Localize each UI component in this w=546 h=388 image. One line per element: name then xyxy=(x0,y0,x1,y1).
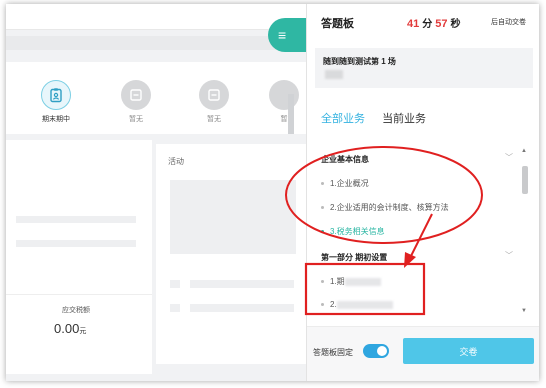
menu-toggle-button[interactable]: ≡ xyxy=(268,18,308,52)
exam-info: 随到随到测试第 1 场 xyxy=(315,48,533,88)
chevron-down-icon[interactable]: ﹀ xyxy=(505,250,513,261)
module-label: 暂 xyxy=(280,116,288,123)
submit-button[interactable]: 交卷 xyxy=(403,338,534,364)
placeholder-icon xyxy=(199,80,229,110)
activity-title: 活动 xyxy=(168,157,184,166)
exam-name: 随到随到测试第 1 场 xyxy=(323,57,396,66)
module-item-empty[interactable]: 暂无 xyxy=(116,80,156,124)
question-item[interactable]: 2. xyxy=(321,300,515,318)
panel-footer: 答题板固定 交卷 xyxy=(307,326,539,381)
section-title[interactable]: 企业基本信息 xyxy=(321,154,369,165)
question-item[interactable]: 1.期 xyxy=(321,276,515,296)
tax-card: 应交税额 0.00元 xyxy=(6,294,152,374)
countdown-timer: 41 分 57 秒 xyxy=(407,18,461,30)
scrollbar-thumb[interactable] xyxy=(522,166,528,194)
auto-submit-note: 后自动交卷 xyxy=(491,19,526,26)
redacted-text xyxy=(344,277,381,286)
list-scrollbar[interactable]: ▲ ▼ xyxy=(521,148,529,316)
module-label: 期末期中 xyxy=(42,116,70,123)
placeholder-icon xyxy=(269,80,299,110)
question-list: 企业基本信息 ﹀ 1.企业概况 2.企业适用的会计制度、核算方法 3.税务相关信… xyxy=(307,146,519,318)
question-item[interactable]: 2.企业适用的会计制度、核算方法 xyxy=(321,202,515,222)
module-item-empty[interactable]: 暂 xyxy=(264,80,304,124)
business-tabs: 全部业务 当前业务 xyxy=(321,110,440,126)
tab-all-business[interactable]: 全部业务 xyxy=(321,110,365,126)
question-item[interactable]: 1.企业概况 xyxy=(321,178,515,198)
background-app: 期末期中 暂无 暂无 暂 活动 应交税额 0.00元 xyxy=(6,4,306,381)
panel-title: 答题板 xyxy=(321,18,354,30)
tab-current-business[interactable]: 当前业务 xyxy=(382,110,426,126)
fix-panel-toggle[interactable] xyxy=(363,344,389,358)
chevron-down-icon[interactable]: ﹀ xyxy=(505,152,513,163)
module-label: 暂无 xyxy=(129,116,143,123)
panel-header: 答题板 41 分 57 秒 后自动交卷 xyxy=(307,4,539,38)
placeholder-icon xyxy=(121,80,151,110)
module-row: 期末期中 暂无 暂无 暂 xyxy=(6,62,306,134)
payable-label: 应交税额 xyxy=(62,307,90,314)
payable-amount: 0.00元 xyxy=(54,321,87,336)
module-label: 暂无 xyxy=(207,116,221,123)
fix-panel-label: 答题板固定 xyxy=(313,348,353,357)
module-item-empty[interactable]: 暂无 xyxy=(194,80,234,124)
question-item-done[interactable]: 3.税务相关信息 xyxy=(321,226,515,246)
redacted-text xyxy=(336,300,393,309)
menu-icon: ≡ xyxy=(278,27,287,43)
redacted-text xyxy=(325,70,343,79)
clipboard-icon xyxy=(41,80,71,110)
section-title[interactable]: 第一部分 期初设置 xyxy=(321,252,387,263)
summary-card xyxy=(6,140,152,294)
activity-card: 活动 xyxy=(156,144,306,364)
module-item-exam[interactable]: 期末期中 xyxy=(36,80,76,124)
screenshot-frame: 期末期中 暂无 暂无 暂 活动 应交税额 0.00元 ≡ 答题板 41 分 57… xyxy=(6,4,539,381)
breadcrumb-bar xyxy=(6,36,306,50)
answer-sheet-panel: 答题板 41 分 57 秒 后自动交卷 随到随到测试第 1 场 全部业务 当前业务 企… xyxy=(306,4,539,381)
background-scrollbar[interactable] xyxy=(288,94,294,134)
top-bar xyxy=(6,4,306,30)
